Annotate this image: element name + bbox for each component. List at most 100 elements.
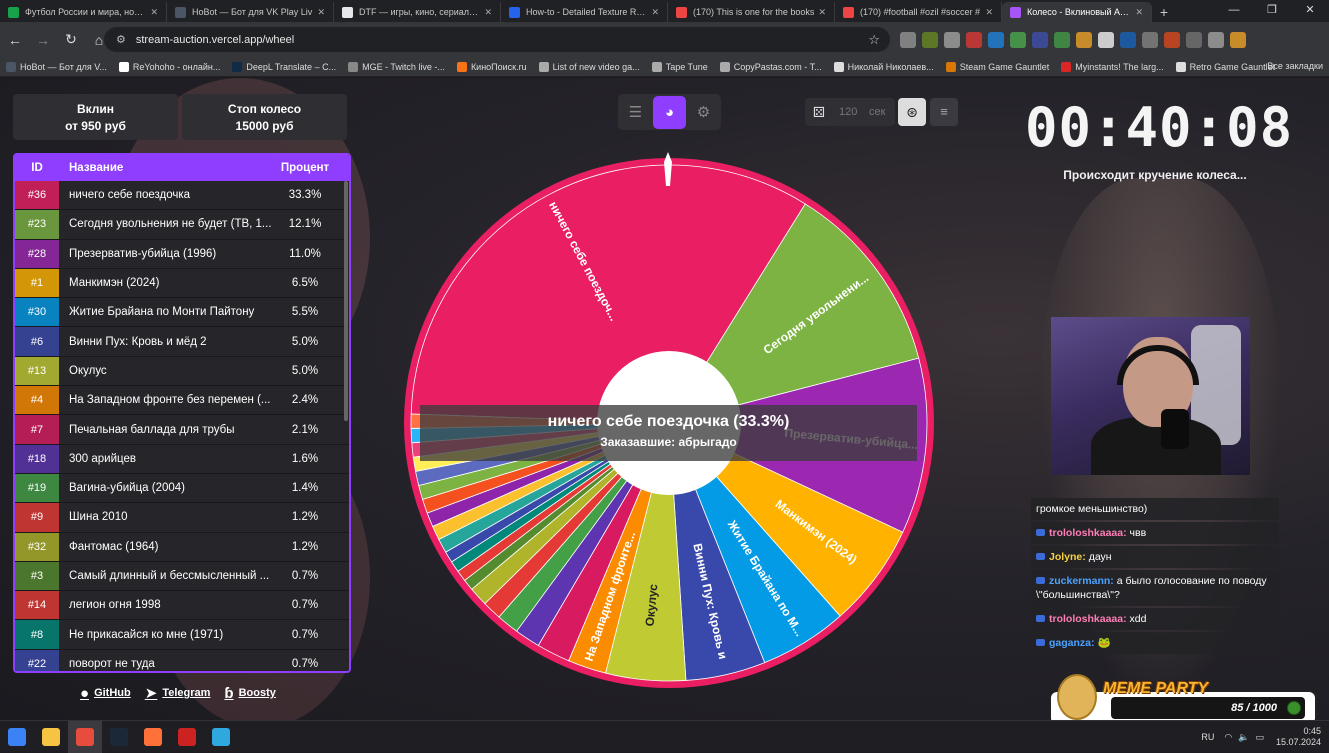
extension-icon-7[interactable] <box>1054 32 1070 48</box>
bookmark-item[interactable]: DeepL Translate – С... <box>232 61 336 72</box>
table-row[interactable]: #3 Самый длинный и бессмысленный ... 0.7% <box>15 561 349 592</box>
wifi-icon[interactable]: ◠ <box>1224 732 1232 743</box>
tab-2[interactable]: DTF — игры, кино, сериалы, р ✕ <box>334 2 501 22</box>
table-row[interactable]: #23 Сегодня увольнения не будет (ТВ, 1...… <box>15 210 349 240</box>
minimize-button[interactable]: — <box>1215 0 1253 22</box>
bookmark-item[interactable]: CopyPastas.com - T... <box>719 61 822 72</box>
wheel-view-button[interactable]: ◕ <box>653 95 686 129</box>
table-row[interactable]: #7 Печальная баллада для трубы 2.1% <box>15 415 349 445</box>
duration-input[interactable]: 120 <box>839 106 867 118</box>
bookmark-item[interactable]: Steam Game Gauntlet <box>945 61 1049 72</box>
table-row[interactable]: #19 Вагина-убийца (2004) 1.4% <box>15 473 349 504</box>
table-row[interactable]: #36 ничего себе поездочка 33.3% <box>15 181 349 211</box>
steam-icon[interactable] <box>102 721 136 753</box>
extension-icon-5[interactable] <box>1010 32 1026 48</box>
settings-button[interactable]: ⚙ <box>687 96 720 129</box>
extension-icon-14[interactable] <box>1208 32 1224 48</box>
tab-5[interactable]: (170) #football #ozil #soccer # ✕ <box>835 2 1002 22</box>
extension-icon-9[interactable] <box>1098 32 1114 48</box>
meme-party-title: MEME PARTY <box>1103 680 1209 697</box>
extension-icon-10[interactable] <box>1120 32 1136 48</box>
reload-icon[interactable]: ↻ <box>58 31 84 48</box>
header-percent[interactable]: Процент <box>273 162 337 174</box>
url-input[interactable]: ⚙ stream-auction.vercel.app/wheel ☆ <box>104 27 890 52</box>
extension-icon-0[interactable] <box>900 32 916 48</box>
table-row[interactable]: #30 Житие Брайана по Монти Пайтону 5.5% <box>15 298 349 328</box>
tab-close-icon[interactable]: ✕ <box>317 7 325 18</box>
back-icon[interactable]: ← <box>2 32 28 48</box>
extension-icon-15[interactable] <box>1230 32 1246 48</box>
chat-text: громкое меньшинство) <box>1036 503 1148 515</box>
extension-icon-12[interactable] <box>1164 32 1180 48</box>
github-link[interactable]: ● GitHub <box>80 684 131 702</box>
table-row[interactable]: #32 Фантомас (1964) 1.2% <box>15 532 349 562</box>
extension-icon-8[interactable] <box>1076 32 1092 48</box>
extension-icon-6[interactable] <box>1032 32 1048 48</box>
bookmark-item[interactable]: MGE - Twitch live -... <box>348 61 445 72</box>
battery-icon[interactable]: ▭ <box>1255 732 1264 743</box>
obs-icon[interactable] <box>170 721 204 753</box>
chrome-icon[interactable] <box>68 720 102 753</box>
tab-3[interactable]: How-to - Detailed Texture Repl ✕ <box>501 2 668 22</box>
table-row[interactable]: #18 300 арийцев 1.6% <box>15 444 349 474</box>
bookmark-item[interactable]: HoBot — Бот для V... <box>6 61 107 72</box>
extension-icon-4[interactable] <box>988 32 1004 48</box>
tab-close-icon[interactable]: ✕ <box>1135 7 1143 18</box>
explorer-icon[interactable] <box>34 721 68 753</box>
telegram-link[interactable]: ➤ Telegram <box>145 684 211 702</box>
table-row[interactable]: #22 поворот не туда 0.7% <box>15 649 349 671</box>
bookmark-item[interactable]: ReYohoho - онлайн... <box>118 61 220 72</box>
clear-list-button[interactable]: ≡ <box>930 98 958 126</box>
bookmark-item[interactable]: Myinstants! The larg... <box>1061 61 1164 72</box>
dice-icon[interactable]: ⚄ <box>805 104 833 121</box>
tab-1[interactable]: HoBot — Бот для VK Play Liv ✕ <box>167 2 334 22</box>
extension-icon-13[interactable] <box>1186 32 1202 48</box>
windows-icon[interactable] <box>0 721 34 753</box>
list-view-button[interactable]: ☰ <box>619 96 652 129</box>
bookmark-star-icon[interactable]: ☆ <box>868 32 880 48</box>
new-tab-button[interactable]: + <box>1152 2 1176 22</box>
all-bookmarks-button[interactable]: Все закладки <box>1267 61 1323 71</box>
extension-icon-3[interactable] <box>966 32 982 48</box>
bookmark-item[interactable]: Retro Game Gauntlet <box>1175 61 1275 72</box>
tab-close-icon[interactable]: ✕ <box>150 7 158 18</box>
chat-app-icon[interactable] <box>204 721 238 753</box>
close-window-button[interactable]: ✕ <box>1291 0 1329 22</box>
tab-close-icon[interactable]: ✕ <box>651 7 659 18</box>
table-row[interactable]: #28 Презерватив-убийца (1996) 11.0% <box>15 239 349 269</box>
bookmark-item[interactable]: Николай Николаев... <box>833 61 934 72</box>
spin-button[interactable]: ⊛ <box>898 98 926 126</box>
tab-4[interactable]: (170) This is one for the books ✕ <box>668 2 835 22</box>
row-name: Презерватив-убийца (1996) <box>69 247 217 260</box>
header-name[interactable]: Название <box>59 162 273 174</box>
forward-icon[interactable]: → <box>30 32 56 48</box>
table-row[interactable]: #4 На Западном фронте без перемен (... 2.4… <box>15 386 349 416</box>
volume-icon[interactable]: 🔈 <box>1238 732 1249 743</box>
table-row[interactable]: #14 легион огня 1998 0.7% <box>15 591 349 621</box>
language-indicator[interactable]: RU <box>1201 732 1214 742</box>
table-row[interactable]: #1 Манкимэн (2024) 6.5% <box>15 268 349 299</box>
bookmark-item[interactable]: Tape Tune <box>651 61 708 72</box>
tab-close-icon[interactable]: ✕ <box>484 7 492 18</box>
clock[interactable]: 0:45 15.07.2024 <box>1276 726 1321 748</box>
tab-6[interactable]: Колесо - Вклиновый Аукцион ✕ <box>1002 2 1152 22</box>
maximize-button[interactable]: ❐ <box>1253 0 1291 22</box>
extension-icon-1[interactable] <box>922 32 938 48</box>
table-row[interactable]: #8 Не прикасайся ко мне (1971) 0.7% <box>15 620 349 650</box>
table-row[interactable]: #13 Окулус 5.0% <box>15 356 349 387</box>
bookmark-item[interactable]: List of new video ga... <box>538 61 640 72</box>
header-id[interactable]: ID <box>15 162 59 174</box>
extension-icon-2[interactable] <box>944 32 960 48</box>
bookmark-item[interactable]: КиноПоиск.ru <box>456 61 527 72</box>
table-row[interactable]: #6 Винни Пух: Кровь и мёд 2 5.0% <box>15 327 349 357</box>
boosty-link[interactable]: ɓ Boosty <box>224 684 275 702</box>
table-scrollbar[interactable] <box>344 181 348 421</box>
firefox-icon[interactable] <box>136 721 170 753</box>
tab-0[interactable]: Футбол России и мира, новост ✕ <box>0 2 167 22</box>
tab-close-icon[interactable]: ✕ <box>985 7 993 18</box>
extension-icon-11[interactable] <box>1142 32 1158 48</box>
tab-close-icon[interactable]: ✕ <box>818 7 826 18</box>
webcam-overlay <box>1051 317 1250 475</box>
site-info-icon[interactable]: ⚙ <box>116 33 126 46</box>
table-row[interactable]: #9 Шина 2010 1.2% <box>15 503 349 533</box>
